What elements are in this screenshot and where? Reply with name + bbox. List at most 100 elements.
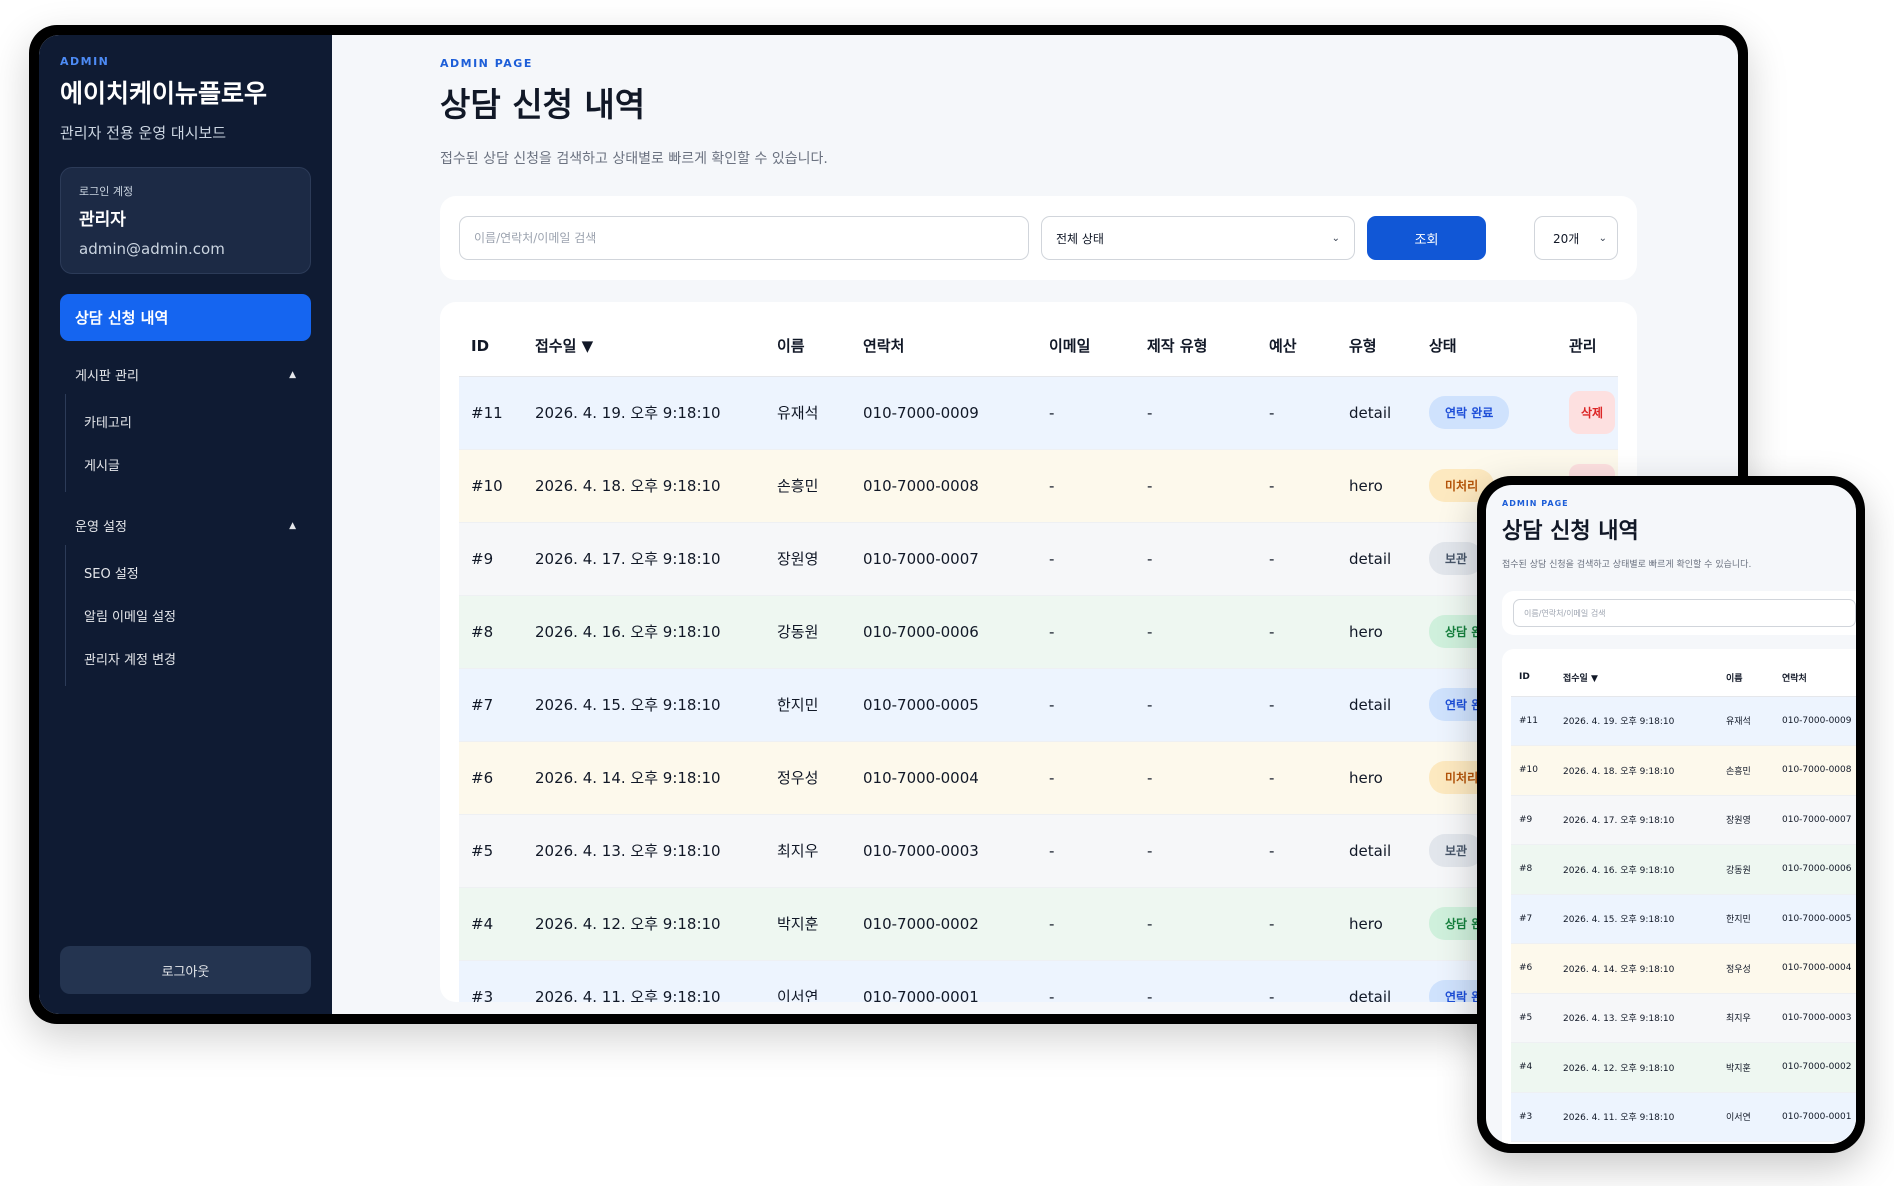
table-row[interactable]: #3 2026. 4. 11. 오후 9:18:10 이서연 010-7000-000…	[459, 960, 1618, 1002]
cell-kind: -	[1135, 887, 1257, 961]
page-size-select[interactable]: 20개 ⌄	[1534, 216, 1618, 260]
col-name: 이름	[1718, 659, 1774, 697]
cell-budget: -	[1257, 741, 1337, 815]
account-name: 관리자	[79, 210, 126, 230]
sidebar-submenu-settings: SEO 설정 알림 이메일 설정 관리자 계정 변경	[65, 545, 311, 686]
sidebar-item-consultations[interactable]: 상담 신청 내역	[60, 294, 311, 341]
cell-date: 2026. 4. 12. 오후 9:18:10	[523, 887, 765, 961]
table-row[interactable]: #5 2026. 4. 13. 오후 9:18:10 최지우 010-7000-000…	[459, 814, 1618, 888]
sidebar-item-posts[interactable]: 게시글	[84, 443, 311, 486]
col-phone: 연락처	[851, 316, 1037, 377]
cell-budget: -	[1257, 449, 1337, 523]
cell-id: #8	[459, 595, 523, 669]
sidebar: ADMIN 에이치케이뉴플로우 관리자 전용 운영 대시보드 로그인 계정 관리…	[39, 35, 332, 1014]
table-row[interactable]: #10 2026. 4. 18. 오후 9:18:10 손흥민 010-7000-00…	[459, 449, 1618, 523]
search-input[interactable]	[459, 216, 1029, 260]
cell-kind: -	[1135, 595, 1257, 669]
cell-id: #3	[1511, 1092, 1555, 1142]
cell-phone: 010-7000-0005	[851, 668, 1037, 742]
sidebar-group-board[interactable]: 게시판 관리 ▲	[60, 355, 311, 394]
table-row[interactable]: #9 2026. 4. 17. 오후 9:18:10 장원영 010-7000-000…	[459, 522, 1618, 596]
consultation-table-card: ID 접수일 ▼ 이름 연락처 #11 2026. 4. 19. 오후 9:18:…	[1502, 649, 1856, 1144]
cell-date: 2026. 4. 18. 오후 9:18:10	[523, 449, 765, 523]
cell-budget: -	[1257, 960, 1337, 1002]
cell-phone: 010-7000-0008	[1774, 745, 1856, 796]
sidebar-item-category[interactable]: 카테고리	[84, 400, 311, 443]
cell-name: 손흥민	[1718, 745, 1774, 796]
sidebar-group-settings[interactable]: 운영 설정 ▲	[60, 506, 311, 545]
cell-email: -	[1037, 887, 1135, 961]
search-button[interactable]: 조회	[1367, 216, 1486, 260]
cell-id: #10	[459, 449, 523, 523]
table-row[interactable]: #9 2026. 4. 17. 오후 9:18:10 장원영 010-7000-000…	[1511, 795, 1856, 845]
cell-type: hero	[1337, 741, 1417, 815]
table-row[interactable]: #5 2026. 4. 13. 오후 9:18:10 최지우 010-7000-000…	[1511, 993, 1856, 1043]
table-row[interactable]: #4 2026. 4. 12. 오후 9:18:10 박지훈 010-7000-000…	[459, 887, 1618, 961]
col-status: 상태	[1417, 316, 1557, 377]
table-row[interactable]: #8 2026. 4. 16. 오후 9:18:10 강동원 010-7000-000…	[459, 595, 1618, 669]
cell-name: 강동원	[765, 595, 851, 669]
cell-id: #9	[459, 522, 523, 596]
cell-name: 유재석	[765, 376, 851, 450]
status-select[interactable]: 전체 상태 ⌄	[1041, 216, 1355, 260]
cell-id: #5	[459, 814, 523, 888]
mobile-device-frame: ADMIN PAGE 상담 신청 내역 접수된 상담 신청을 검색하고 상태별로…	[1477, 476, 1865, 1153]
cell-id: #3	[459, 960, 523, 1002]
table-row[interactable]: #10 2026. 4. 18. 오후 9:18:10 손흥민 010-7000-00…	[1511, 745, 1856, 796]
cell-id: #6	[459, 741, 523, 815]
cell-email: -	[1037, 814, 1135, 888]
sidebar-item-admin-account[interactable]: 관리자 계정 변경	[84, 637, 311, 680]
cell-phone: 010-7000-0007	[1774, 795, 1856, 845]
delete-button[interactable]: 삭제	[1569, 391, 1616, 434]
sidebar-item-seo[interactable]: SEO 설정	[84, 551, 311, 594]
cell-id: #7	[1511, 894, 1555, 944]
table-header-row: ID 접수일 ▼ 이름 연락처 이메일 제작 유형 예산 유형 상태 관리	[459, 316, 1618, 377]
table-row[interactable]: #7 2026. 4. 15. 오후 9:18:10 한지민 010-7000-000…	[459, 668, 1618, 742]
cell-name: 이서연	[765, 960, 851, 1002]
table-row[interactable]: #4 2026. 4. 12. 오후 9:18:10 박지훈 010-7000-000…	[1511, 1042, 1856, 1093]
table-row[interactable]: #11 2026. 4. 19. 오후 9:18:10 유재석 010-7000-00…	[1511, 696, 1856, 746]
col-manage: 관리	[1557, 316, 1618, 377]
chevron-down-icon: ⌄	[1598, 232, 1607, 244]
cell-phone: 010-7000-0003	[851, 814, 1037, 888]
filter-bar: 전체 상태 ⌄ 조회 20개 ⌄	[440, 196, 1637, 280]
cell-phone: 010-7000-0002	[1774, 1042, 1856, 1093]
sidebar-item-notify-email[interactable]: 알림 이메일 설정	[84, 594, 311, 637]
table-row[interactable]: #6 2026. 4. 14. 오후 9:18:10 정우성 010-7000-000…	[459, 741, 1618, 815]
table-row[interactable]: #7 2026. 4. 15. 오후 9:18:10 한지민 010-7000-000…	[1511, 894, 1856, 944]
table-row[interactable]: #3 2026. 4. 11. 오후 9:18:10 이서연 010-7000-000…	[1511, 1092, 1856, 1142]
cell-phone: 010-7000-0004	[1774, 943, 1856, 994]
cell-name: 정우성	[765, 741, 851, 815]
cell-type: detail	[1337, 668, 1417, 742]
cell-date: 2026. 4. 15. 오후 9:18:10	[523, 668, 765, 742]
cell-type: detail	[1337, 376, 1417, 450]
col-id: ID	[459, 316, 523, 377]
page-tag: ADMIN PAGE	[440, 57, 533, 70]
page-description: 접수된 상담 신청을 검색하고 상태별로 빠르게 확인할 수 있습니다.	[1502, 560, 1752, 570]
cell-date: 2026. 4. 14. 오후 9:18:10	[523, 741, 765, 815]
cell-id: #8	[1511, 844, 1555, 895]
cell-phone: 010-7000-0008	[851, 449, 1037, 523]
cell-id: #10	[1511, 745, 1555, 796]
cell-manage: 삭제	[1557, 376, 1618, 450]
cell-email: -	[1037, 522, 1135, 596]
cell-type: hero	[1337, 595, 1417, 669]
logout-button[interactable]: 로그아웃	[60, 946, 311, 994]
col-date-sortable[interactable]: 접수일 ▼	[1555, 659, 1718, 697]
table-row[interactable]: #11 2026. 4. 19. 오후 9:18:10 유재석 010-7000-00…	[459, 376, 1618, 450]
cell-id: #4	[1511, 1042, 1555, 1093]
cell-type: detail	[1337, 960, 1417, 1002]
col-email: 이메일	[1037, 316, 1135, 377]
cell-name: 최지우	[1718, 993, 1774, 1043]
table-row[interactable]: #6 2026. 4. 14. 오후 9:18:10 정우성 010-7000-000…	[1511, 943, 1856, 994]
cell-id: #4	[459, 887, 523, 961]
mobile-screen: ADMIN PAGE 상담 신청 내역 접수된 상담 신청을 검색하고 상태별로…	[1486, 485, 1856, 1144]
cell-name: 정우성	[1718, 943, 1774, 994]
cell-name: 강동원	[1718, 844, 1774, 895]
col-date-sortable[interactable]: 접수일 ▼	[523, 316, 765, 377]
page-title: 상담 신청 내역	[1502, 519, 1639, 544]
table-body: #11 2026. 4. 19. 오후 9:18:10 유재석 010-7000-00…	[1511, 696, 1856, 1142]
search-input[interactable]: 이름/연락처/이메일 검색	[1513, 599, 1856, 627]
table-row[interactable]: #8 2026. 4. 16. 오후 9:18:10 강동원 010-7000-000…	[1511, 844, 1856, 895]
cell-budget: -	[1257, 522, 1337, 596]
